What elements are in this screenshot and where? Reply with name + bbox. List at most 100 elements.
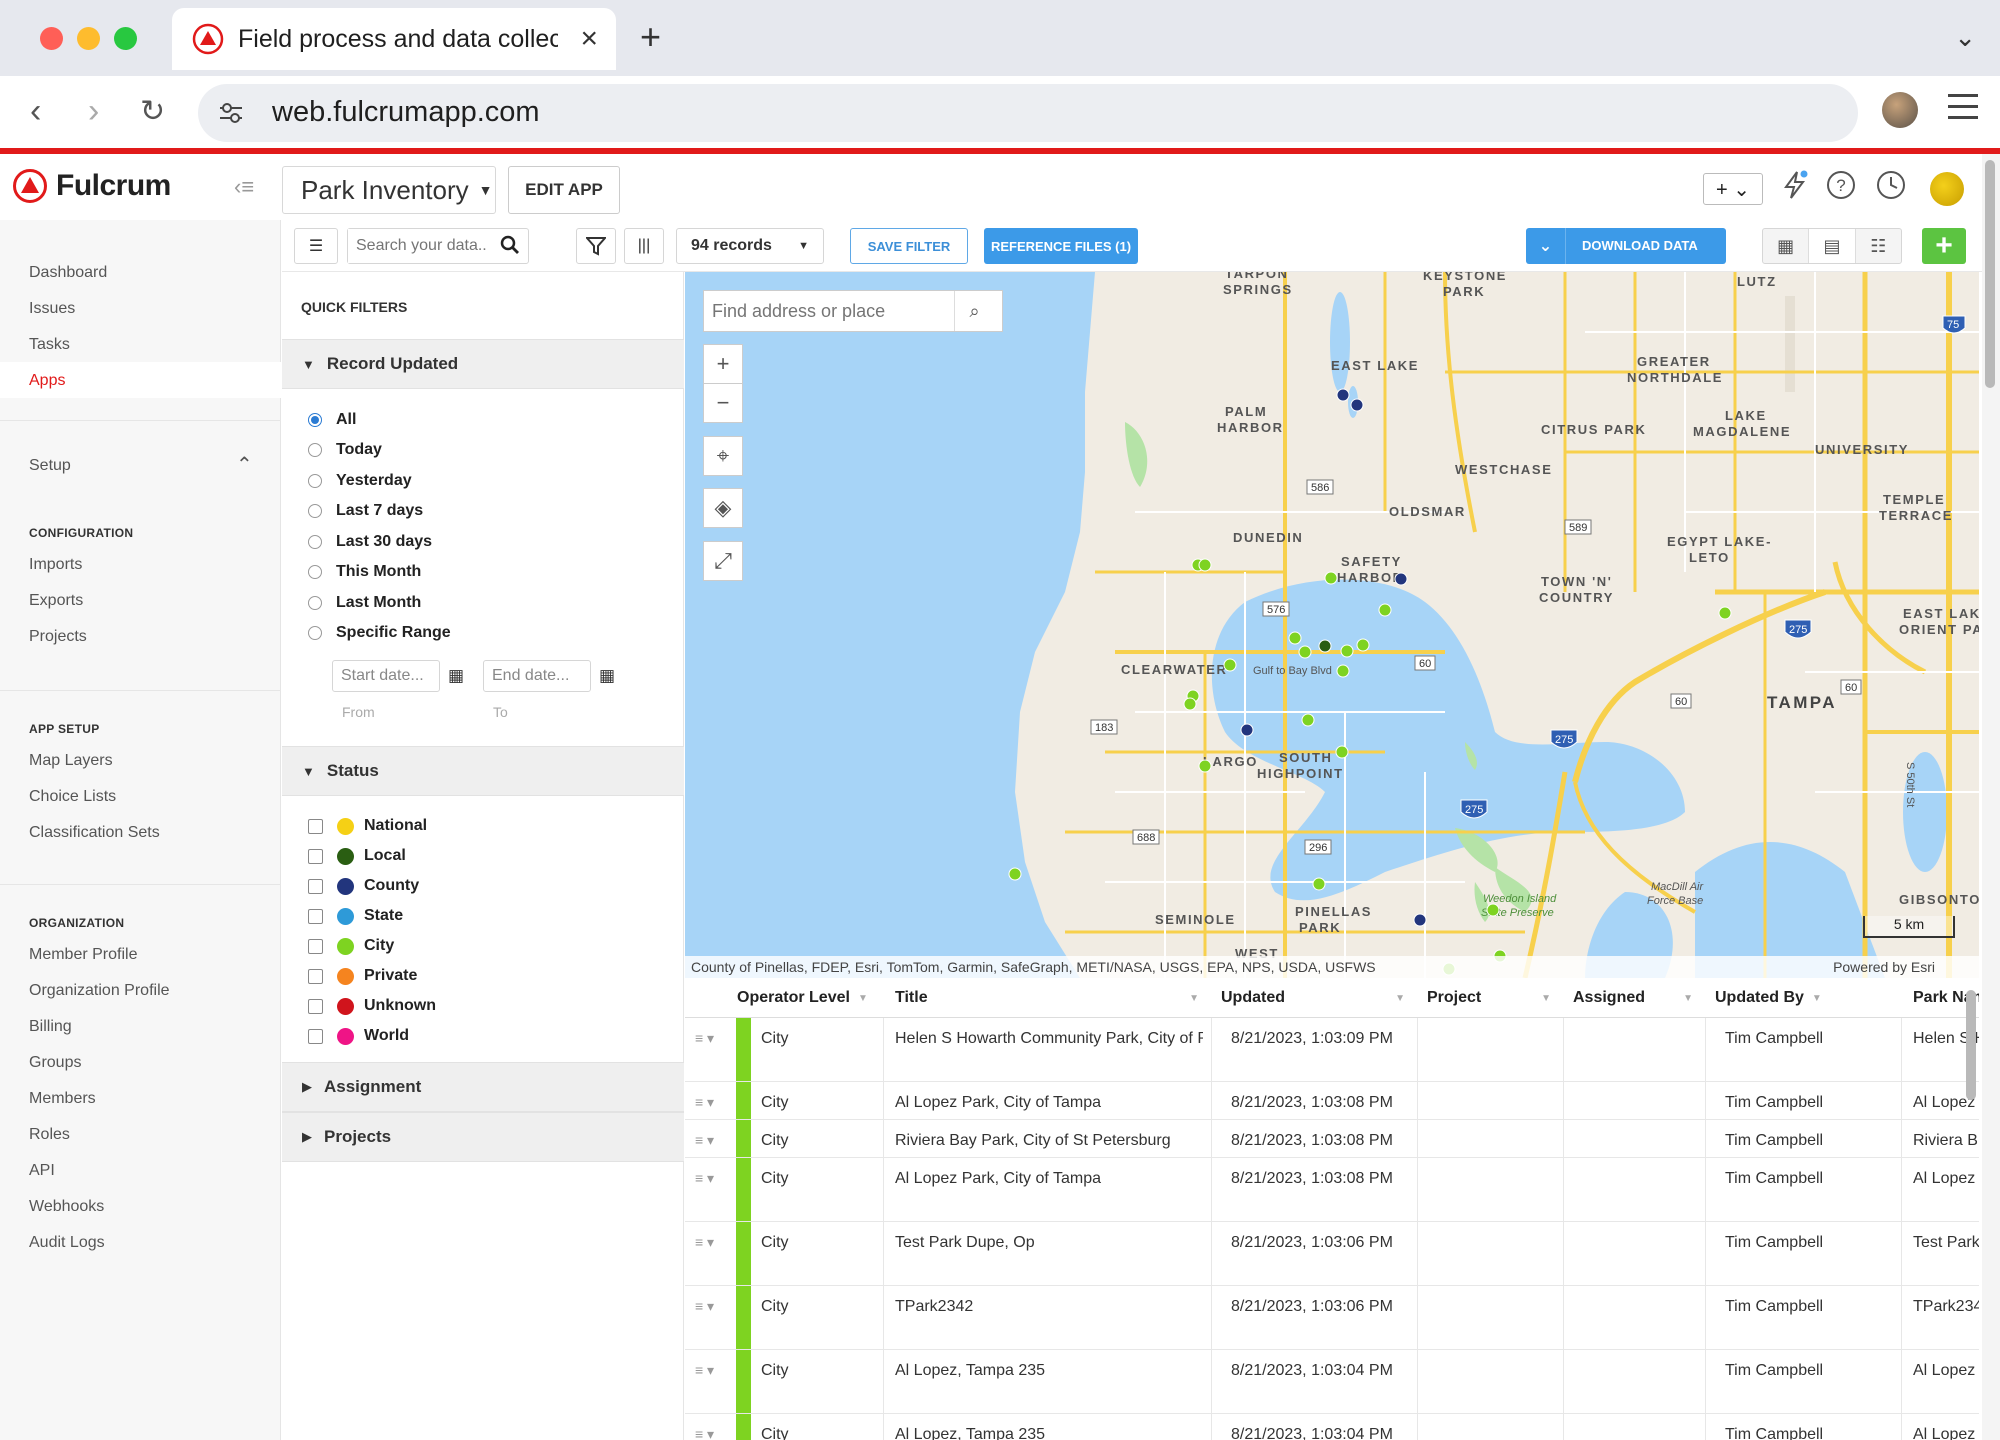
radio-button[interactable] (308, 535, 322, 549)
sidebar-item-roles[interactable]: Roles (29, 1126, 70, 1144)
browser-menu-icon[interactable] (1948, 94, 1978, 127)
fullscreen-icon[interactable]: ⤢ (703, 541, 743, 581)
sidebar-item-projects[interactable]: Projects (29, 628, 87, 646)
assignment-section[interactable]: ▶ Assignment (282, 1062, 684, 1112)
address-bar[interactable]: web.fulcrumapp.com (198, 84, 1858, 142)
browser-tab[interactable]: Field process and data collect × (172, 8, 616, 70)
search-icon[interactable] (500, 235, 520, 260)
radio-button[interactable] (308, 504, 322, 518)
radio-yesterday[interactable]: Yesterday (308, 472, 412, 490)
radio-today[interactable]: Today (308, 441, 382, 459)
filter-icon[interactable] (576, 228, 616, 264)
row-menu-icon[interactable]: ≡ ▾ (695, 1362, 714, 1379)
radio-last-7-days[interactable]: Last 7 days (308, 502, 423, 520)
columns-icon[interactable]: ||| (624, 228, 664, 264)
lightning-icon[interactable] (1782, 170, 1808, 207)
sidebar-item-classification-sets[interactable]: Classification Sets (29, 824, 160, 842)
sidebar-item-dashboard[interactable]: Dashboard (29, 264, 107, 282)
history-clock-icon[interactable] (1876, 170, 1906, 207)
zoom-out-button[interactable]: − (703, 383, 743, 423)
layers-icon[interactable]: ◈ (703, 488, 743, 528)
edit-app-button[interactable]: EDIT APP (508, 166, 620, 214)
table-row[interactable]: ≡ ▾ City Al Lopez, Tampa 235 8/21/2023, 1:0… (685, 1414, 1979, 1440)
zoom-in-button[interactable]: + (703, 344, 743, 384)
row-menu-icon[interactable]: ≡ ▾ (695, 1132, 714, 1149)
table-row[interactable]: ≡ ▾ City Helen S Howarth Community Park, C… (685, 1018, 1979, 1082)
help-icon[interactable]: ? (1826, 170, 1856, 207)
column-header-operator-level[interactable]: Operator Level ▼ (737, 978, 883, 1018)
sidebar-item-webhooks[interactable]: Webhooks (29, 1198, 104, 1216)
radio-button[interactable] (308, 474, 322, 488)
powered-by-esri[interactable]: Powered by Esri (1833, 959, 1935, 975)
sidebar-item-imports[interactable]: Imports (29, 556, 82, 574)
status-option-local[interactable]: Local (308, 847, 406, 865)
sort-caret-icon[interactable]: ▼ (1395, 993, 1405, 1004)
table-row[interactable]: ≡ ▾ City Riviera Bay Park, City of St Pete… (685, 1120, 1979, 1158)
search-data-field[interactable] (347, 228, 529, 264)
status-option-county[interactable]: County (308, 877, 419, 895)
table-scrollbar-thumb[interactable] (1966, 990, 1976, 1100)
status-option-state[interactable]: State (308, 907, 403, 925)
sidebar-item-organization-profile[interactable]: Organization Profile (29, 982, 170, 1000)
add-record-button[interactable]: + (1922, 228, 1966, 264)
checkbox[interactable] (308, 1028, 323, 1044)
checkbox[interactable] (308, 848, 323, 864)
column-header-updated[interactable]: Updated ▼ (1221, 978, 1417, 1018)
radio-specific-range[interactable]: Specific Range (308, 624, 451, 642)
record-updated-section[interactable]: ▼ Record Updated (282, 339, 684, 389)
table-row[interactable]: ≡ ▾ City Test Park Dupe, Op 8/21/2023, 1:03… (685, 1222, 1979, 1286)
checkbox[interactable] (308, 998, 323, 1014)
radio-button[interactable] (308, 413, 322, 427)
minimize-window-button[interactable] (77, 27, 100, 50)
sidebar-item-setup[interactable]: Setup (29, 457, 71, 475)
sort-caret-icon[interactable]: ▼ (858, 993, 868, 1004)
map-search-field[interactable]: ⌕ (703, 290, 1003, 332)
row-menu-icon[interactable]: ≡ ▾ (695, 1094, 714, 1111)
sidebar-item-issues[interactable]: Issues (29, 300, 75, 318)
sort-caret-icon[interactable]: ▼ (1812, 993, 1822, 1004)
calendar-icon[interactable]: ▦ (599, 666, 615, 686)
row-menu-icon[interactable]: ≡ ▾ (695, 1426, 714, 1440)
page-scrollbar-thumb[interactable] (1985, 160, 1995, 388)
map-view[interactable]: TARPON SPRINGS KEYSTONE PARK LUTZ EAST L… (685, 272, 1979, 978)
radio-last-30-days[interactable]: Last 30 days (308, 533, 432, 551)
sidebar-item-apps[interactable]: Apps (29, 372, 65, 390)
checkbox[interactable] (308, 938, 323, 954)
table-view-icon[interactable]: ☷ (1856, 229, 1901, 263)
start-date-input[interactable]: Start date... (332, 660, 440, 692)
save-filter-button[interactable]: SAVE FILTER (850, 228, 968, 264)
close-window-button[interactable] (40, 27, 63, 50)
map-search-input[interactable] (704, 292, 954, 330)
column-header-title[interactable]: Title ▼ (895, 978, 1211, 1018)
checkbox[interactable] (308, 878, 323, 894)
end-date-input[interactable]: End date... (483, 660, 591, 692)
fulcrum-logo[interactable]: Fulcrum (12, 168, 171, 204)
radio-button[interactable] (308, 565, 322, 579)
create-menu-button[interactable]: + ⌄ (1703, 173, 1763, 205)
sidebar-item-members[interactable]: Members (29, 1090, 96, 1108)
sidebar-item-api[interactable]: API (29, 1162, 55, 1180)
sidebar-item-choice-lists[interactable]: Choice Lists (29, 788, 116, 806)
user-avatar[interactable] (1930, 172, 1964, 206)
column-header-assigned[interactable]: Assigned ▼ (1573, 978, 1705, 1018)
browser-profile-avatar[interactable] (1882, 92, 1918, 128)
table-row[interactable]: ≡ ▾ City Al Lopez Park, City of Tampa 8/21/… (685, 1082, 1979, 1120)
tab-list-chevron-icon[interactable]: ⌄ (1954, 22, 1976, 53)
search-icon[interactable]: ⌕ (954, 291, 994, 331)
projects-section[interactable]: ▶ Projects (282, 1112, 684, 1162)
sidebar-item-map-layers[interactable]: Map Layers (29, 752, 113, 770)
column-header-updated-by[interactable]: Updated By ▼ (1715, 978, 1901, 1018)
table-row[interactable]: ≡ ▾ City Al Lopez Park, City of Tampa 8/21/… (685, 1158, 1979, 1222)
table-row[interactable]: ≡ ▾ City Al Lopez, Tampa 235 8/21/2023, 1:0… (685, 1350, 1979, 1414)
radio-button[interactable] (308, 443, 322, 457)
radio-this-month[interactable]: This Month (308, 563, 421, 581)
status-section[interactable]: ▼ Status (282, 746, 684, 796)
row-menu-icon[interactable]: ≡ ▾ (695, 1030, 714, 1047)
radio-all[interactable]: All (308, 411, 356, 429)
radio-last-month[interactable]: Last Month (308, 594, 421, 612)
list-view-icon[interactable]: ☰ (294, 228, 338, 264)
status-option-city[interactable]: City (308, 937, 394, 955)
checkbox[interactable] (308, 818, 323, 834)
map-view-icon[interactable]: ▦ (1763, 229, 1808, 263)
sort-caret-icon[interactable]: ▼ (1189, 993, 1199, 1004)
